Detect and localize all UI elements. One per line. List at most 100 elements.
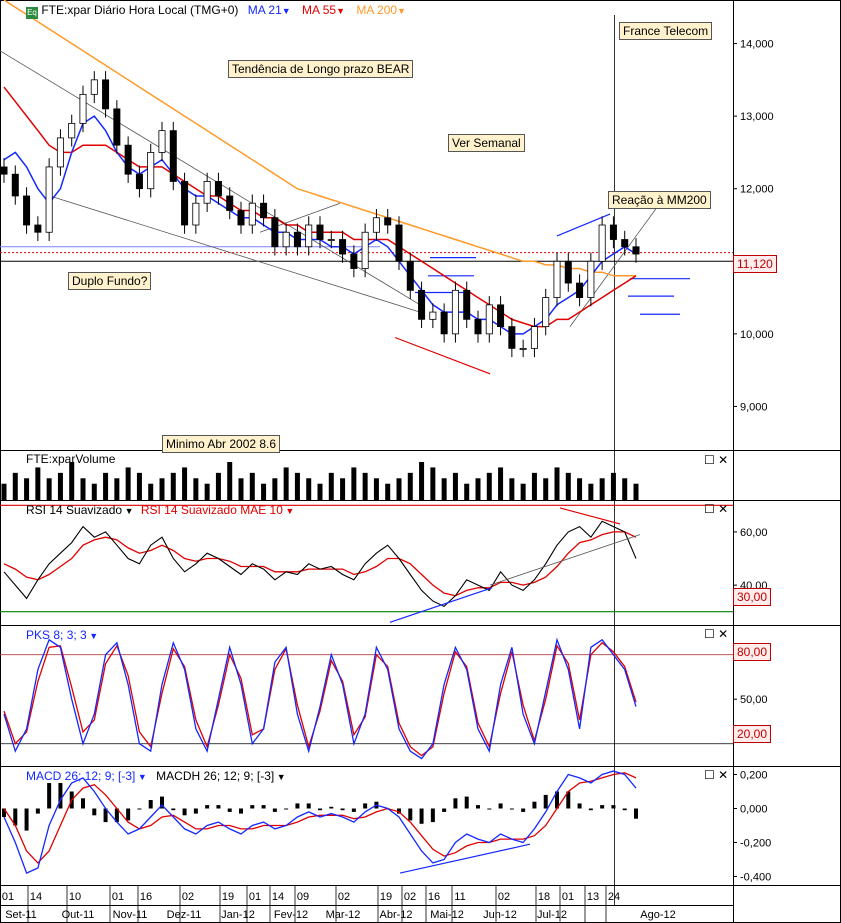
- pks-low-tag: 20,00: [733, 725, 772, 743]
- volume-bar: [419, 462, 425, 500]
- macdh-bar: [272, 808, 277, 812]
- candle: [530, 326, 538, 349]
- volume-panel: [1, 462, 639, 500]
- day-tick-label: 13: [587, 891, 599, 903]
- rsi-title[interactable]: RSI 14 Suavizado: [26, 503, 122, 517]
- day-tick-label: 14: [30, 891, 42, 903]
- pks-dropdown-icon[interactable]: ▼: [87, 631, 98, 641]
- macdh-bar: [419, 808, 424, 824]
- macd-y-tick-label: 0,000: [740, 804, 768, 816]
- ma200-dropdown-icon[interactable]: ▼: [397, 6, 406, 16]
- macdh-title[interactable]: MACDH 26; 12; 9; [-3]: [156, 769, 274, 783]
- rsi-panel: [0, 504, 733, 623]
- candle: [181, 181, 189, 226]
- macd-title[interactable]: MACD 26; 12; 9; [-3]: [26, 769, 135, 783]
- macdh-bar: [318, 808, 322, 811]
- month-tick-label: Dez-11: [167, 909, 202, 921]
- rsi-divergence-high: [559, 507, 621, 525]
- candle: [169, 130, 177, 182]
- macdh-bar: [476, 805, 480, 809]
- volume-bar: [24, 478, 30, 500]
- pks-panel: [0, 637, 733, 760]
- pks-legend: PKS 8; 3; 3 ▼: [26, 628, 98, 642]
- rsi-y-tick-label: 60,00: [740, 527, 768, 539]
- candle: [271, 217, 279, 248]
- candle: [135, 173, 143, 190]
- candle: [519, 347, 527, 350]
- macdh-bar: [363, 803, 368, 809]
- macdh-dropdown-icon[interactable]: ▼: [274, 772, 286, 782]
- day-tick-label: 24: [608, 891, 620, 903]
- rsi-level-tag: 30,00: [733, 588, 772, 606]
- macdh-bar: [442, 808, 447, 812]
- day-tick-label: 14: [272, 891, 284, 903]
- macdh-bar: [47, 783, 52, 809]
- macdh-bar: [295, 803, 300, 809]
- maximize-icon[interactable]: ☐: [704, 453, 715, 467]
- maximize-icon[interactable]: ☐: [704, 627, 715, 641]
- volume-bar: [554, 467, 560, 500]
- volume-bar: [430, 467, 436, 500]
- volume-bar: [182, 467, 188, 500]
- volume-bar: [396, 478, 402, 500]
- macdh-bar: [464, 796, 469, 809]
- macd-dropdown-icon[interactable]: ▼: [135, 772, 147, 782]
- month-tick-label: Fev-12: [274, 909, 308, 921]
- rsi-dropdown-icon[interactable]: ▼: [122, 506, 134, 516]
- weekly-note[interactable]: Ver Semanal: [448, 134, 525, 152]
- day-tick-label: 11: [454, 891, 465, 903]
- ma21-legend[interactable]: MA 21: [248, 3, 282, 17]
- rsi-panel-controls: ☐ ✕: [704, 502, 728, 516]
- candle: [248, 202, 256, 226]
- candle: [361, 231, 369, 269]
- close-icon[interactable]: ✕: [718, 768, 728, 782]
- volume-bar: [340, 478, 346, 500]
- macdh-bar: [284, 808, 289, 810]
- candle: [11, 173, 19, 197]
- candle: [463, 289, 471, 320]
- volume-bar: [362, 472, 368, 500]
- candle: [45, 166, 53, 233]
- pks-title[interactable]: PKS 8; 3; 3: [26, 628, 87, 642]
- volume-bar: [272, 478, 278, 500]
- volume-bar: [441, 478, 447, 500]
- volume-title[interactable]: FTE:xparVolume: [26, 452, 115, 466]
- maximize-icon[interactable]: ☐: [704, 768, 715, 782]
- volume-bar: [464, 483, 470, 500]
- instrument-title[interactable]: FTE:xpar Diário Hora Local (TMG+0): [41, 3, 238, 17]
- pks-signal-line: [3, 641, 637, 757]
- close-icon[interactable]: ✕: [718, 502, 728, 516]
- day-tick-label: 16: [428, 891, 440, 903]
- company-note[interactable]: France Telecom: [619, 22, 713, 40]
- trend-note[interactable]: Tendência de Longo prazo BEAR: [228, 60, 414, 78]
- reaction-note[interactable]: Reação à MM200: [608, 191, 711, 209]
- last-price-tag: 11,120: [733, 255, 777, 273]
- minimum-note[interactable]: Minimo Abr 2002 8.6: [162, 435, 281, 453]
- macdh-bar: [182, 808, 187, 816]
- ma55-legend[interactable]: MA 55: [302, 3, 336, 17]
- close-icon[interactable]: ✕: [718, 453, 728, 467]
- ma21-dropdown-icon[interactable]: ▼: [282, 6, 291, 16]
- candle: [260, 202, 268, 219]
- macdh-bar: [306, 803, 311, 809]
- volume-bar: [159, 478, 165, 500]
- candle: [293, 231, 301, 248]
- day-tick-label: 02: [338, 891, 350, 903]
- macdh-bar: [622, 808, 627, 811]
- rsi-line: [3, 520, 637, 608]
- rsi-signal-title[interactable]: RSI 14 Suavizado MAE 10: [141, 503, 283, 517]
- volume-bar: [531, 472, 537, 500]
- volume-bar: [283, 467, 289, 500]
- volume-bar: [486, 472, 492, 500]
- maximize-icon[interactable]: ☐: [704, 502, 715, 516]
- double-bottom-note[interactable]: Duplo Fundo?: [68, 272, 152, 290]
- candle: [429, 311, 437, 320]
- close-icon[interactable]: ✕: [718, 627, 728, 641]
- day-tick-label: 01: [562, 891, 574, 903]
- macdh-bar: [137, 808, 142, 810]
- ma200-legend[interactable]: MA 200: [356, 3, 397, 17]
- macdh-bar: [487, 808, 492, 810]
- volume-bar: [306, 478, 312, 500]
- ma55-dropdown-icon[interactable]: ▼: [336, 6, 345, 16]
- rsi-signal-dropdown-icon[interactable]: ▼: [283, 506, 294, 516]
